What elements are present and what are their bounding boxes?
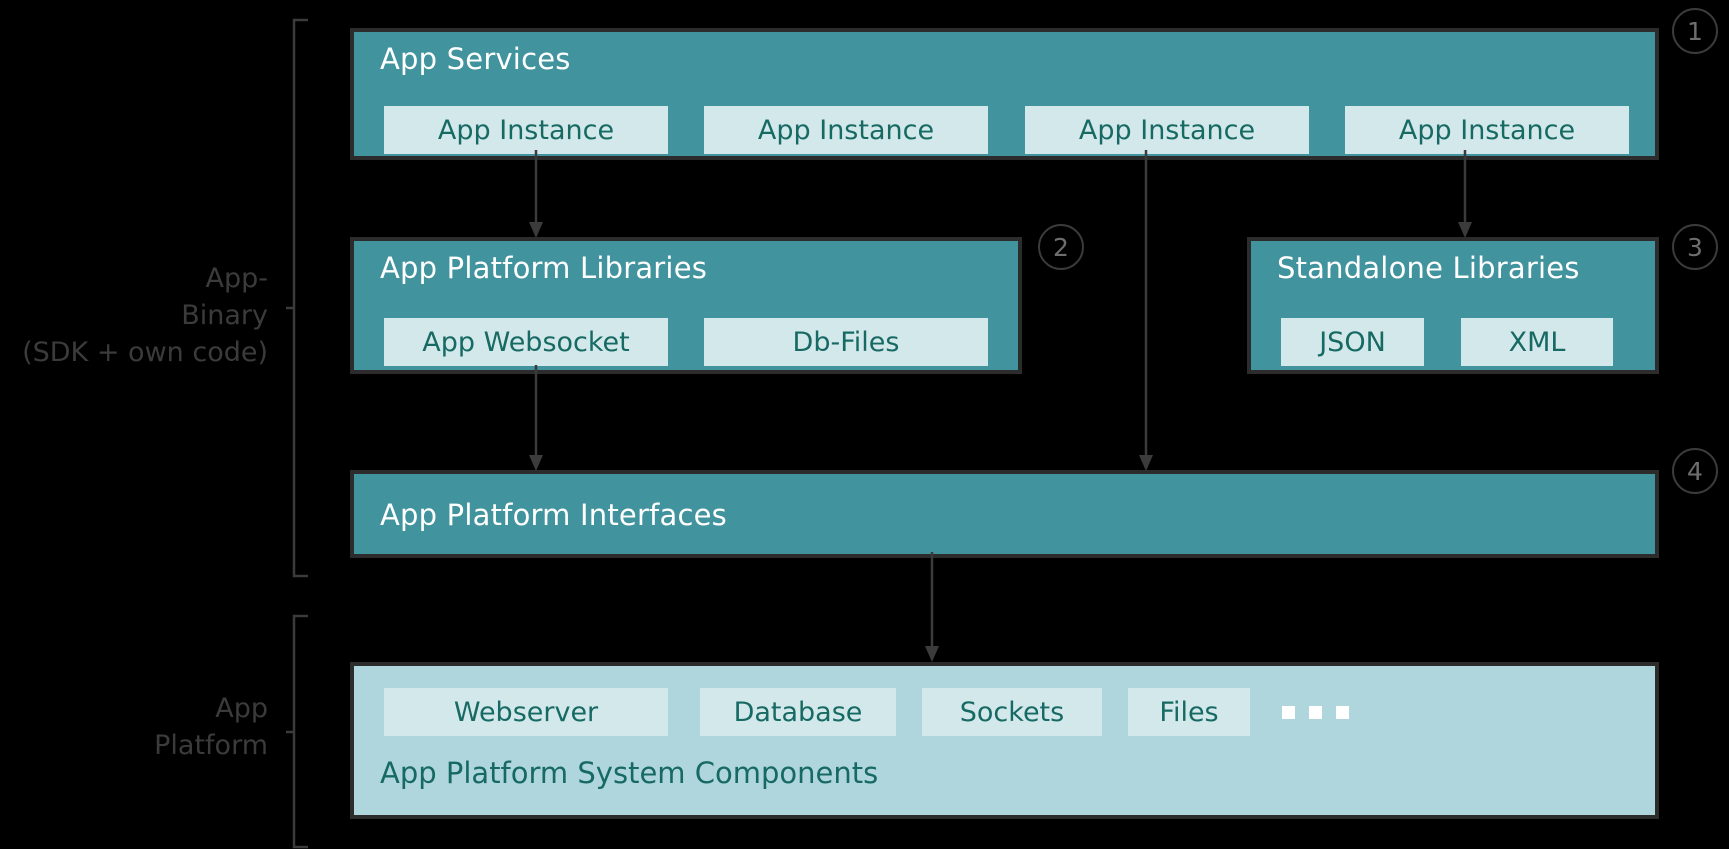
- overflow-dot-3: [1336, 706, 1349, 719]
- side-label-app-binary-line-3: (SDK + own code): [22, 337, 268, 368]
- chip-app-instance-1-label: App Instance: [437, 114, 615, 146]
- connector-libraries-to-interfaces: [526, 365, 546, 475]
- chip-app-instance-3[interactable]: App Instance: [1025, 106, 1309, 154]
- group-app-platform-libraries-title: App Platform Libraries: [380, 251, 708, 285]
- connector-instance3-to-interfaces: [1136, 150, 1156, 475]
- side-label-app-platform: App Platform: [0, 690, 268, 764]
- chip-app-instance-2-label: App Instance: [757, 114, 935, 146]
- overflow-dot-2: [1309, 706, 1322, 719]
- group-app-platform-system-components: Webserver Database Sockets Files App Pla…: [350, 662, 1659, 819]
- side-label-app-platform-line-2: Platform: [154, 730, 268, 761]
- chip-app-instance-3-label: App Instance: [1078, 114, 1256, 146]
- chip-app-instance-1[interactable]: App Instance: [384, 106, 668, 154]
- bracket-app-platform: [286, 614, 320, 849]
- connector-instance4-to-standalone: [1455, 150, 1475, 242]
- chip-database-label: Database: [733, 696, 863, 728]
- overflow-dot-1: [1282, 706, 1295, 719]
- group-standalone-libraries: Standalone Libraries JSON XML: [1247, 237, 1659, 374]
- chip-database[interactable]: Database: [700, 688, 896, 736]
- connector-interfaces-to-system-components: [922, 552, 942, 666]
- side-label-app-binary-line-2: Binary: [181, 300, 268, 331]
- bracket-app-binary: [286, 18, 320, 578]
- chip-app-websocket[interactable]: App Websocket: [384, 318, 668, 366]
- chip-app-instance-4[interactable]: App Instance: [1345, 106, 1629, 154]
- chip-app-websocket-label: App Websocket: [422, 326, 630, 358]
- marker-2: 2: [1038, 224, 1084, 270]
- side-label-app-binary: App- Binary (SDK + own code): [0, 260, 268, 371]
- chip-sockets-label: Sockets: [959, 696, 1065, 728]
- marker-1: 1: [1672, 8, 1718, 54]
- group-app-platform-system-components-title: App Platform System Components: [380, 756, 879, 790]
- architecture-diagram: App- Binary (SDK + own code) App Platfor…: [0, 0, 1729, 849]
- chip-files-label: Files: [1159, 696, 1219, 728]
- group-app-platform-libraries: App Platform Libraries App Websocket Db-…: [350, 237, 1022, 374]
- chip-sockets[interactable]: Sockets: [922, 688, 1102, 736]
- group-app-services-title: App Services: [380, 42, 571, 76]
- side-label-app-binary-line-1: App-: [205, 263, 269, 294]
- side-label-app-platform-line-1: App: [215, 693, 268, 724]
- marker-2-label: 2: [1053, 232, 1069, 262]
- chip-app-instance-4-label: App Instance: [1398, 114, 1576, 146]
- group-app-platform-interfaces: App Platform Interfaces: [350, 470, 1659, 558]
- chip-webserver-label: Webserver: [453, 696, 599, 728]
- marker-1-label: 1: [1687, 16, 1703, 46]
- chip-json[interactable]: JSON: [1281, 318, 1424, 366]
- chip-db-files-label: Db-Files: [792, 326, 900, 358]
- marker-4: 4: [1672, 448, 1718, 494]
- marker-3: 3: [1672, 224, 1718, 270]
- group-app-services: App Services App Instance App Instance A…: [350, 28, 1659, 160]
- group-standalone-libraries-title: Standalone Libraries: [1277, 251, 1580, 285]
- overflow-dots-icon: [1282, 706, 1349, 719]
- chip-xml[interactable]: XML: [1461, 318, 1613, 366]
- connector-instance1-to-libraries: [526, 150, 546, 242]
- chip-db-files[interactable]: Db-Files: [704, 318, 988, 366]
- chip-app-instance-2[interactable]: App Instance: [704, 106, 988, 154]
- chip-xml-label: XML: [1508, 326, 1566, 358]
- marker-3-label: 3: [1687, 232, 1703, 262]
- group-app-platform-interfaces-title: App Platform Interfaces: [380, 498, 727, 532]
- marker-4-label: 4: [1687, 456, 1703, 486]
- chip-json-label: JSON: [1319, 326, 1386, 358]
- chip-webserver[interactable]: Webserver: [384, 688, 668, 736]
- chip-files[interactable]: Files: [1128, 688, 1250, 736]
